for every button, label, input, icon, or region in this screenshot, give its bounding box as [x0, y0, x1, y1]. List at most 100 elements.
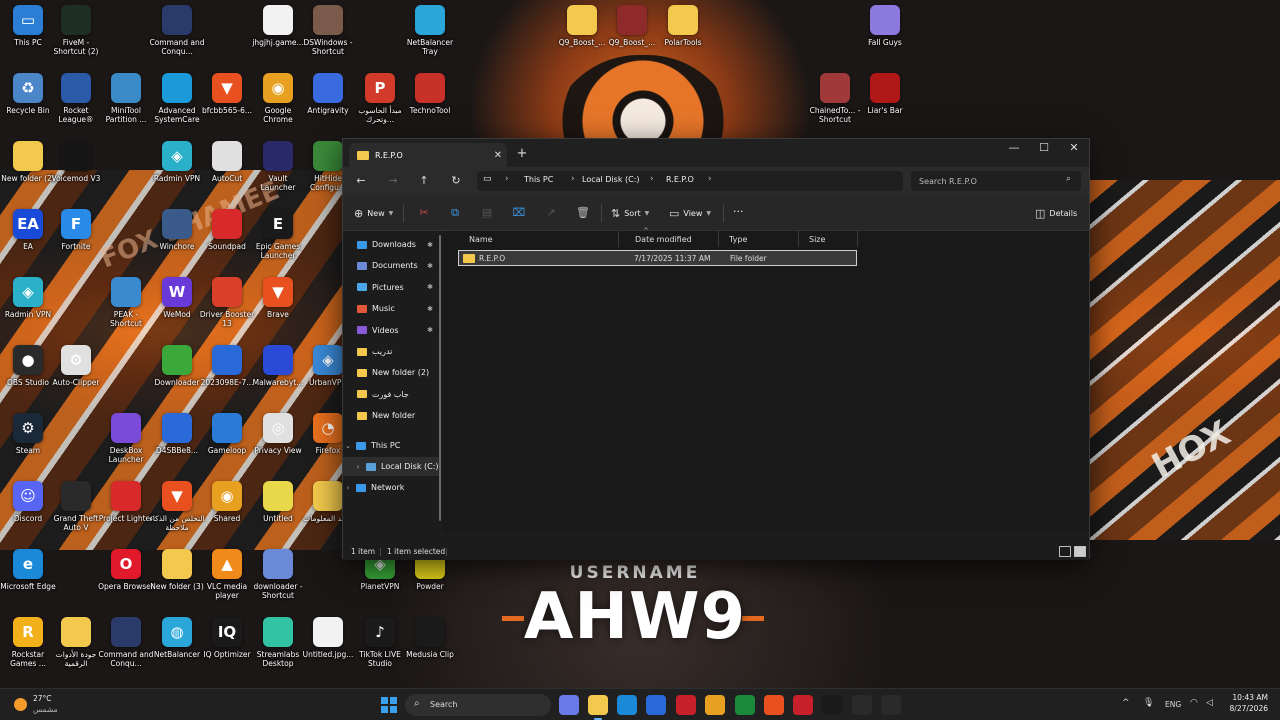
- desktop-icon[interactable]: F Fortnite: [48, 209, 104, 251]
- copy-icon[interactable]: ⧉: [447, 206, 463, 220]
- breadcrumb-this-pc[interactable]: This PC: [524, 175, 553, 184]
- desktop-icon[interactable]: O Opera Browser: [98, 549, 154, 591]
- refresh-icon[interactable]: ↻: [448, 173, 464, 189]
- desktop-icon[interactable]: jhgjhj.game...: [250, 5, 306, 47]
- xbox-icon[interactable]: [735, 695, 755, 715]
- close-window-button[interactable]: ✕: [1059, 139, 1089, 159]
- breadcrumb-local-disk[interactable]: Local Disk (C:): [582, 175, 640, 184]
- view-button[interactable]: ▭ View ▼: [669, 207, 711, 220]
- desktop-icon[interactable]: ChainedTo... - Shortcut: [807, 73, 863, 124]
- desktop-icon[interactable]: Malwarebyt...: [250, 345, 306, 387]
- desktop-icon[interactable]: 2023098E-7...: [199, 345, 255, 387]
- forward-arrow-icon[interactable]: →: [385, 173, 401, 189]
- maximize-button[interactable]: ☐: [1029, 139, 1059, 159]
- wifi-icon[interactable]: ◠: [1190, 698, 1198, 708]
- app-icon[interactable]: [676, 695, 696, 715]
- search-input[interactable]: [919, 175, 1059, 187]
- clock-time[interactable]: 10:43 AM: [1226, 693, 1268, 702]
- nav-scrollbar[interactable]: [439, 235, 441, 521]
- desktop-icon[interactable]: W WeMod: [149, 277, 205, 319]
- paste-icon[interactable]: ▤: [479, 206, 495, 219]
- chevron-right-icon[interactable]: ›: [708, 174, 712, 184]
- desktop-icon[interactable]: NetBalancer Tray: [402, 5, 458, 56]
- desktop-icon[interactable]: ◍ NetBalancer: [149, 617, 205, 659]
- desktop-icon[interactable]: D4SBBe8...: [149, 413, 205, 455]
- desktop-icon[interactable]: Advanced SystemCare: [149, 73, 205, 124]
- desktop-icon[interactable]: downloader - Shortcut: [250, 549, 306, 600]
- address-bar[interactable]: ▭ › This PC › Local Disk (C:) › R.E.P.O …: [477, 171, 903, 191]
- desktop-icon[interactable]: ◈ Radmin VPN: [149, 141, 205, 183]
- new-button[interactable]: ⊕ New ▼: [354, 207, 393, 220]
- weather-condition[interactable]: مشمس: [33, 705, 58, 714]
- new-tab-button[interactable]: +: [515, 146, 529, 161]
- desktop-icon[interactable]: Liar's Bar: [857, 73, 913, 115]
- desktop-icon[interactable]: DSWindows - Shortcut: [300, 5, 356, 56]
- back-arrow-icon[interactable]: ←: [353, 173, 369, 189]
- edge-icon[interactable]: [617, 695, 637, 715]
- nav-quick-access-item[interactable]: Downloads ✱: [343, 235, 439, 254]
- desktop-icon[interactable]: Q9_Boost_...: [554, 5, 610, 47]
- tiles-view-toggle[interactable]: [1074, 546, 1086, 557]
- weather-sun-icon[interactable]: [14, 698, 27, 711]
- desktop-icon[interactable]: Streamlabs Desktop: [250, 617, 306, 668]
- desktop-icon[interactable]: Rocket League®: [48, 73, 104, 124]
- store-icon[interactable]: [646, 695, 666, 715]
- nav-this-pc[interactable]: ⌄ This PC: [343, 436, 439, 455]
- desktop-icon[interactable]: ▼ Brave: [250, 277, 306, 319]
- column-header-date[interactable]: Date modified: [623, 231, 719, 247]
- weather-temp[interactable]: 27°C: [33, 694, 52, 703]
- start-button[interactable]: [381, 697, 397, 713]
- desktop-icon[interactable]: Soundpad: [199, 209, 255, 251]
- desktop-icon[interactable]: Driver Booster 13: [199, 277, 255, 328]
- desktop-icon[interactable]: Command and Conqu...: [98, 617, 154, 668]
- desktop-icon[interactable]: Fall Guys: [857, 5, 913, 47]
- desktop-icon[interactable]: ▼ bfcbb565-6...: [199, 73, 255, 115]
- desktop-icon[interactable]: Q9_Boost_...: [604, 5, 660, 47]
- desktop-icon[interactable]: جودة الأدوات الرقمية: [48, 617, 104, 668]
- record-icon[interactable]: [793, 695, 813, 715]
- desktop-icon[interactable]: Medusia Clip: [402, 617, 458, 659]
- file-explorer-icon[interactable]: [588, 695, 608, 720]
- desktop-icon[interactable]: Winchore: [149, 209, 205, 251]
- desktop-icon[interactable]: Command and Conqu...: [149, 5, 205, 56]
- desktop-icon[interactable]: Downloader: [149, 345, 205, 387]
- nav-quick-access-item[interactable]: Documents ✱: [343, 256, 439, 275]
- desktop-icon[interactable]: MiniTool Partition ...: [98, 73, 154, 124]
- chrome-icon[interactable]: [705, 695, 725, 715]
- close-tab-icon[interactable]: ✕: [491, 150, 505, 161]
- nav-quick-access-item[interactable]: Music ✱: [343, 299, 439, 318]
- rename-icon[interactable]: ⌧: [511, 206, 527, 219]
- details-button[interactable]: ◫ Details: [1035, 207, 1077, 220]
- epic-icon[interactable]: [881, 695, 901, 715]
- nav-quick-access-item[interactable]: جاب فورت: [343, 385, 439, 404]
- column-header-name[interactable]: Name: [457, 231, 619, 247]
- desktop-icon[interactable]: e Microsoft Edge: [0, 549, 56, 591]
- sort-button[interactable]: ⇅ Sort ▼: [611, 207, 649, 220]
- nav-quick-access-item[interactable]: Pictures ✱: [343, 278, 439, 297]
- desktop-icon[interactable]: TechnoTool: [402, 73, 458, 115]
- clock-date[interactable]: 8/27/2026: [1226, 704, 1268, 713]
- desktop-icon[interactable]: Untitled: [250, 481, 306, 523]
- desktop-icon[interactable]: PolarTools: [655, 5, 711, 47]
- more-options-button[interactable]: ···: [733, 205, 744, 218]
- chevron-down-icon[interactable]: ⌄: [343, 442, 353, 450]
- share-icon[interactable]: ↗: [543, 206, 559, 219]
- desktop-icon[interactable]: Voicemod V3: [48, 141, 104, 183]
- desktop-icon[interactable]: Project Lighter: [98, 481, 154, 523]
- desktop-icon[interactable]: ◎ Privacy View: [250, 413, 306, 455]
- nav-local-disk[interactable]: › Local Disk (C:): [343, 457, 439, 476]
- volume-icon[interactable]: ◁: [1206, 698, 1213, 708]
- delete-icon[interactable]: 🗑: [575, 206, 591, 219]
- breadcrumb-repo[interactable]: R.E.P.O: [666, 175, 694, 184]
- desktop-icon[interactable]: ⚙ Auto-Clipper: [48, 345, 104, 387]
- nav-quick-access-item[interactable]: تدريب: [343, 342, 439, 361]
- desktop-icon[interactable]: Vault Launcher: [250, 141, 306, 192]
- obs-icon[interactable]: [852, 695, 872, 715]
- desktop-icon[interactable]: ◉ Shared: [199, 481, 255, 523]
- copilot-icon[interactable]: [559, 695, 579, 715]
- taskbar-search[interactable]: ⌕ Search: [405, 694, 551, 716]
- desktop-icon[interactable]: DeskBox Launcher: [98, 413, 154, 464]
- details-view-toggle[interactable]: [1059, 546, 1071, 557]
- terminal-icon[interactable]: [822, 695, 842, 715]
- desktop-icon[interactable]: ◉ Google Chrome: [250, 73, 306, 124]
